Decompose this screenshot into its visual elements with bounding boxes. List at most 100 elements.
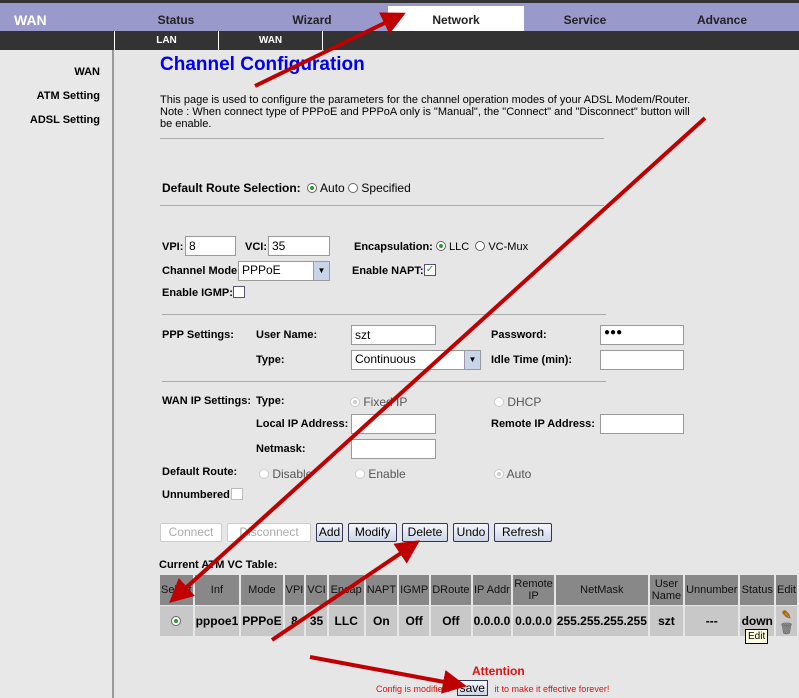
divider [160,138,604,139]
vpi-label: VPI: [162,241,184,253]
sidebar-item-wan[interactable]: WAN [74,66,100,78]
enable-napt-label: Enable NAPT: [352,265,424,277]
column-header: Select [160,575,193,605]
vc-mux-label: VC-Mux [488,241,529,253]
table-cell: ✎ 🗑 [776,606,797,636]
table-row: pppoe1 PPPoE 8 35 LLC On Off Off 0.0.0.0 0.0.0.0 2… [160,606,797,636]
vci-input[interactable] [268,236,330,256]
table-cell: On [365,606,398,636]
radio-auto[interactable] [307,183,318,193]
connect-button[interactable]: Connect [160,523,222,542]
subtab-wan[interactable]: WAN [218,31,323,50]
radio-auto-route[interactable] [494,469,504,479]
edit-pencil-icon[interactable]: ✎ [777,608,796,622]
table-body: pppoe1 PPPoE 8 35 LLC On Off Off 0.0.0.0 0.0.0.0 2… [160,606,797,636]
table-cell: 0.0.0.0 [472,606,512,636]
table-cell: szt [649,606,684,636]
column-header: Remote IP [513,575,554,605]
page-description: This page is used to configure the param… [160,94,700,130]
table-header-row: Select Inf Mode VPI VCI Encap NAPT IGMP DRoute IP… [160,575,797,605]
radio-specified[interactable] [348,183,359,193]
disable-label: Disable [272,467,313,481]
radio-fixed-ip[interactable] [350,397,360,407]
enable-napt-checkbox[interactable]: ✓ [424,264,436,276]
attention-before: Config is modified. [376,684,451,694]
top-nav: WAN Status Wizard Network Service Advanc… [0,0,799,34]
channel-mode-value: PPPoE [242,263,281,277]
enable-igmp-checkbox[interactable] [233,286,245,298]
default-route-selection: Default Route Selection: Auto Specified [162,181,411,195]
sidebar-item-adsl-setting[interactable]: ADSL Setting [30,114,100,126]
fixed-ip-label: Fixed IP [363,395,408,409]
tab-wizard[interactable]: Wizard [262,6,362,34]
divider [162,381,606,382]
add-button[interactable]: Add [316,523,343,542]
tab-service[interactable]: Service [535,6,635,34]
local-ip-label: Local IP Address: [256,418,349,430]
brand: WAN [14,12,47,28]
radio-llc[interactable] [435,241,446,251]
default-route-label: Default Route: [162,466,238,478]
remote-ip-input[interactable] [600,414,684,434]
channel-mode-select[interactable]: PPPoE ▼ [238,261,330,281]
subtab-lan[interactable]: LAN [114,31,218,50]
table-cell: 255.255.255.255 [555,606,648,636]
refresh-button[interactable]: Refresh [494,523,552,542]
dhcp-label: DHCP [507,395,542,409]
row-select-radio[interactable] [171,616,182,626]
unnumbered-checkbox[interactable] [231,488,243,500]
column-header: NetMask [555,575,648,605]
sidebar-item-atm-setting[interactable]: ATM Setting [37,90,100,102]
save-button[interactable]: save [456,680,488,696]
default-route-enable: Enable [355,467,406,481]
table-cell: --- [685,606,739,636]
table-cell: Off [431,606,471,636]
column-header: IP Addr [472,575,512,605]
channel-mode-label: Channel Mode: [162,265,241,277]
note-text: Note : When connect type of PPPoE and PP… [160,106,690,130]
encapsulation-group: Encapsulation: LLC VC-Mux [354,241,528,253]
dhcp-option: DHCP [494,395,541,409]
ppp-type-label: Type: [256,354,285,366]
trash-icon[interactable]: 🗑 [777,622,796,635]
tab-status[interactable]: Status [128,6,224,34]
local-ip-input[interactable] [351,414,436,434]
modify-button[interactable]: Modify [348,523,397,542]
table-cell: PPPoE [241,606,283,636]
enable-igmp-label: Enable IGMP: [162,287,233,299]
ppp-type-select[interactable]: Continuous ▼ [351,350,481,370]
radio-dhcp[interactable] [494,397,504,407]
delete-button[interactable]: Delete [402,523,448,542]
table-cell: 0.0.0.0 [513,606,554,636]
unnumbered-label: Unnumbered [162,489,230,501]
netmask-input[interactable] [351,439,436,459]
default-route-disable: Disable [259,467,312,481]
column-header: Unnumber [685,575,739,605]
vc-table-title: Current ATM VC Table: [159,559,278,571]
undo-button[interactable]: Undo [453,523,489,542]
vc-table: Select Inf Mode VPI VCI Encap NAPT IGMP DRoute IP… [158,574,799,637]
tab-network[interactable]: Network [388,6,524,34]
column-header: NAPT [365,575,398,605]
description-text: This page is used to configure the param… [160,94,691,106]
disconnect-button[interactable]: Disconnect [227,523,311,542]
radio-disable[interactable] [259,469,269,479]
password-input[interactable]: ●●● [600,325,684,345]
radio-enable[interactable] [355,469,365,479]
idle-time-input[interactable] [600,350,684,370]
auto-label: Auto [320,181,345,195]
vpi-input[interactable] [185,236,236,256]
vci-label: VCI: [245,241,267,253]
table-cell: 8 [284,606,305,636]
llc-label: LLC [448,241,470,253]
ppp-settings-label: PPP Settings: [162,329,234,341]
ppp-type-value: Continuous [355,352,416,366]
username-input[interactable] [351,325,436,345]
radio-vc-mux[interactable] [475,241,486,251]
tab-advance[interactable]: Advance [672,6,772,34]
column-header: DRoute [431,575,471,605]
enable-label: Enable [368,467,406,481]
remote-ip-label: Remote IP Address: [491,418,595,430]
table-cell [160,606,193,636]
page-title: Channel Configuration [160,54,365,75]
